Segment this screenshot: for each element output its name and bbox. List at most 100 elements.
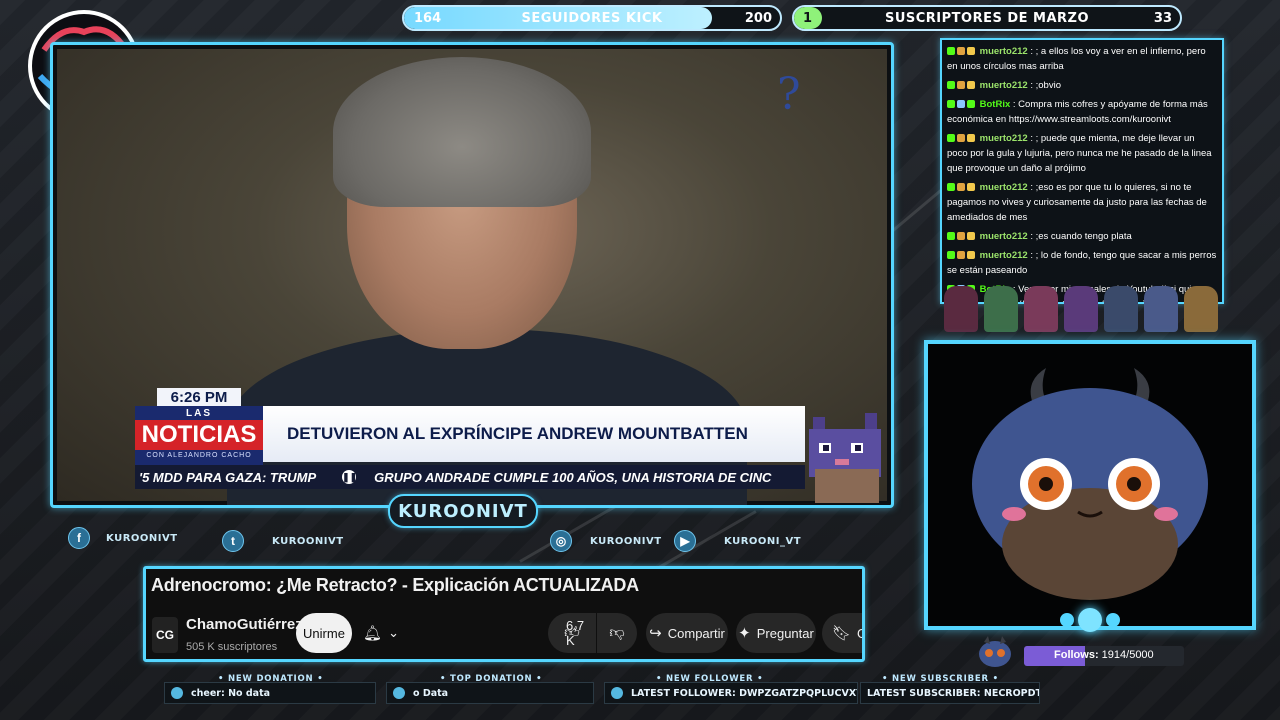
like-count-wrap: 6,7 K: [566, 613, 596, 653]
save-button[interactable]: 🔖︎ Gu: [822, 613, 862, 653]
chat-username[interactable]: BotRix: [980, 99, 1011, 110]
donation-icon: [171, 687, 183, 699]
like-count: 6,7 K: [566, 618, 585, 648]
kick-badge-icon: [947, 251, 955, 260]
kick-followers-bar: 164 SEGUIDORES KICK 200: [402, 5, 782, 31]
ornament-orb: [1078, 608, 1102, 632]
dislike-button[interactable]: 👎︎: [597, 613, 637, 653]
chat-message: muerto212 : ;es cuando tengo plata: [947, 229, 1217, 244]
mascot-character: [1024, 286, 1058, 332]
subs-label: SUSCRIPTORES DE MARZO: [884, 10, 1090, 26]
chat-username[interactable]: muerto212: [980, 231, 1028, 242]
gift-badge-icon: [967, 251, 975, 260]
bot-badge-icon: [957, 100, 965, 109]
subscriber-count: 505 K suscriptores: [186, 641, 278, 653]
gift-badge-icon: [967, 81, 975, 90]
kick-goal: 200: [744, 10, 772, 26]
news-logo: LAS NOTICIAS CON ALEJANDRO CACHO: [135, 406, 263, 466]
news-ticker: '5 MDD PARA GAZA: TRUMP ❚❚ GRUPO ANDRADE…: [135, 465, 805, 489]
person-hair: [333, 57, 591, 207]
social-label: KUROONIVT: [272, 535, 344, 547]
kick-badge-icon: [947, 183, 955, 192]
webcam-frame: [924, 340, 1256, 630]
mascot-character: [1184, 286, 1218, 332]
video-feed: ? 6:26 PM LAS NOTICIAS CON ALEJANDRO CAC…: [57, 49, 887, 505]
mini-mascot-avatar: [979, 636, 1011, 667]
chat-text: : ;obvio: [1030, 80, 1061, 91]
ticker-separator-icon: ❚❚: [342, 470, 358, 484]
subscriber-badge-icon: [957, 47, 965, 56]
mascot-character: [1144, 286, 1178, 332]
chat-text: : ;es cuando tengo plata: [1030, 231, 1132, 242]
mascot-characters-row: [944, 282, 1224, 332]
new-subscriber-box: LATEST SUBSCRIBER: NECROPDT: [860, 682, 1040, 704]
chat-message: muerto212 : ; puede que mienta, me deje …: [947, 131, 1217, 176]
chat-message: muerto212 : ;obvio: [947, 78, 1217, 93]
mascot-character: [1064, 286, 1098, 332]
chat-username[interactable]: muerto212: [980, 46, 1028, 57]
kick-badge-icon: [947, 81, 955, 90]
video-title[interactable]: Adrenocromo: ¿Me Retracto? - Explicación…: [151, 575, 639, 596]
gift-badge-icon: [967, 134, 975, 143]
top-donation-box: o Data: [386, 682, 594, 704]
kick-badge-icon: [947, 47, 955, 56]
ask-label: Preguntar: [756, 625, 814, 641]
chat-username[interactable]: muerto212: [980, 133, 1028, 144]
instagram-icon: ◎: [550, 530, 572, 552]
follower-icon: [611, 687, 623, 699]
social-label: KUROONIVT: [106, 532, 178, 544]
new-follower-box: LATEST FOLLOWER: DWPZGATZPQPLUCVXYKY: [604, 682, 858, 704]
headline-text: DETUVIERON AL EXPRÍNCIPE ANDREW MOUNTBAT…: [287, 424, 748, 443]
subscriber-badge-icon: [957, 232, 965, 241]
chat-username[interactable]: muerto212: [980, 80, 1028, 91]
mascot-character: [984, 286, 1018, 332]
trophy-icon: [393, 687, 405, 699]
social-label: KUROONI_VT: [724, 535, 802, 547]
subscriber-badge-icon: [957, 183, 965, 192]
twitter-icon: t: [222, 530, 244, 552]
social-twitter[interactable]: t KUROONIVT: [222, 530, 344, 552]
ornament-dot: [1106, 613, 1120, 627]
top-donation-value: o Data: [413, 687, 449, 699]
follows-text: Follows: 1914/5000: [1054, 649, 1154, 661]
mascot-character: [944, 286, 978, 332]
kick-badge-icon: [947, 100, 955, 109]
share-label: Compartir: [667, 625, 725, 641]
join-button[interactable]: Unirme: [296, 613, 352, 653]
ornament-dot: [1060, 613, 1074, 627]
kick-badge-icon: [947, 232, 955, 241]
social-label: KUROONIVT: [590, 535, 662, 547]
follows-label: Follows:: [1054, 649, 1099, 661]
ticker-item: '5 MDD PARA GAZA: TRUMP: [139, 469, 317, 485]
chevron-down-icon: ⌄: [388, 625, 399, 640]
verified-badge-icon: [967, 100, 975, 109]
ticker-item: GRUPO ANDRADE CUMPLE 100 AÑOS, UNA HISTO…: [374, 469, 772, 485]
social-instagram[interactable]: ◎ KUROONIVT: [550, 530, 662, 552]
chat-username[interactable]: muerto212: [980, 250, 1028, 261]
subscriber-badge-icon: [957, 81, 965, 90]
vtuber-avatar: [972, 368, 1208, 600]
subscriber-badge-icon: [957, 134, 965, 143]
social-facebook[interactable]: f KUROONIVT: [68, 527, 178, 549]
share-button[interactable]: ↪ Compartir: [646, 613, 728, 653]
chat-message: muerto212 : ; lo de fondo, tengo que sac…: [947, 248, 1217, 278]
notifications-button[interactable]: 🔔︎ ⌄: [360, 613, 402, 653]
social-youtube[interactable]: ▶ KUROONI_VT: [674, 530, 801, 552]
follows-goal-bar: Follows: 1914/5000: [1024, 646, 1184, 666]
live-chat[interactable]: muerto212 : ; a ellos los voy a ver en e…: [940, 38, 1224, 304]
follows-value: 1914/5000: [1101, 649, 1154, 661]
chat-username[interactable]: muerto212: [980, 182, 1028, 193]
channel-avatar[interactable]: CG: [152, 617, 178, 653]
bell-icon: 🔔︎: [363, 625, 383, 642]
facebook-icon: f: [68, 527, 90, 549]
youtube-video-info: Adrenocromo: ¿Me Retracto? - Explicación…: [143, 566, 865, 662]
ask-button[interactable]: ✦ Preguntar: [736, 613, 816, 653]
new-follower-value: LATEST FOLLOWER: DWPZGATZPQPLUCVXYKY: [631, 687, 858, 699]
subs-goal: 33: [1153, 10, 1172, 26]
new-subscriber-value: LATEST SUBSCRIBER: NECROPDT: [867, 687, 1040, 699]
news-clock: 6:26 PM: [157, 388, 241, 408]
wall-decoration: ?: [777, 69, 801, 120]
kick-badge-icon: [947, 134, 955, 143]
chat-message: muerto212 : ;eso es por que tu lo quiere…: [947, 180, 1217, 225]
monthly-subs-bar: 1 SUSCRIPTORES DE MARZO 33: [792, 5, 1182, 31]
